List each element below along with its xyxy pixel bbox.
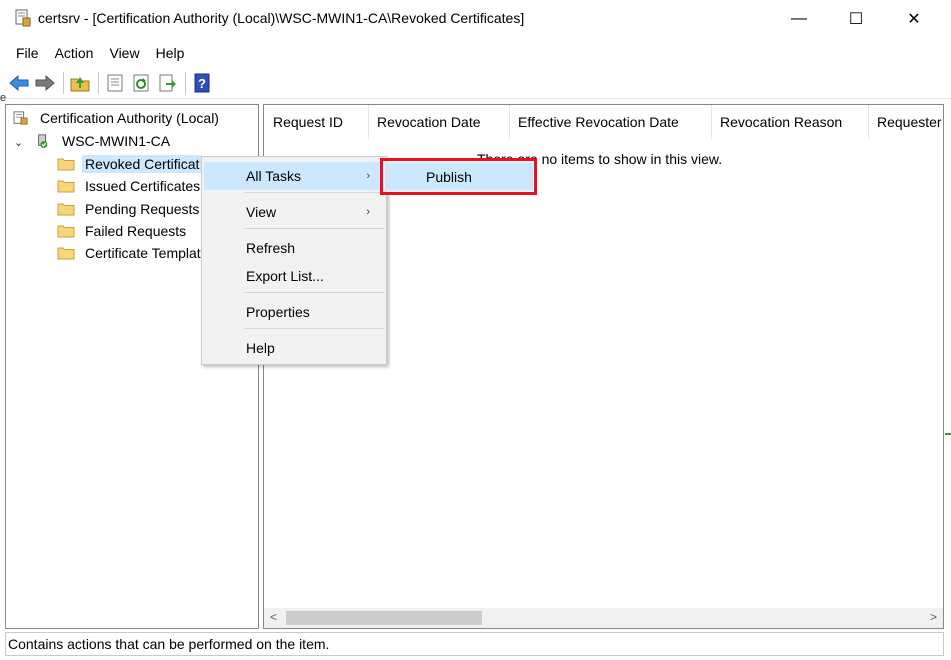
menu-item-label: Help: [246, 340, 275, 356]
certification-authority-icon: [13, 111, 28, 125]
minimize-icon: —: [791, 10, 807, 27]
export-list-button[interactable]: [156, 72, 178, 94]
tree-item-wsc-mwin1-ca[interactable]: WSC-MWIN1-CA: [34, 130, 173, 152]
tree-item-label: Certificate Templat: [85, 245, 201, 261]
tree-item-pending-requests[interactable]: Pending Requests: [57, 198, 202, 220]
tree-item-label: Pending Requests: [85, 201, 200, 217]
menu-bar: File Action View Help: [0, 40, 951, 66]
minimize-button[interactable]: —: [770, 0, 828, 38]
horizontal-scrollbar[interactable]: < >: [264, 608, 943, 628]
column-header-revocation-date[interactable]: Revocation Date: [368, 105, 510, 139]
tree-item-certificate-templates[interactable]: Certificate Templat: [57, 242, 204, 264]
folder-icon: [57, 158, 75, 171]
submenu-publish[interactable]: Publish: [385, 163, 533, 190]
status-text: Contains actions that can be performed o…: [8, 636, 330, 652]
context-menu: All Tasks › View › Refresh Export List..…: [201, 156, 387, 365]
menu-separator: [244, 292, 384, 293]
toolbar-separator: [63, 71, 64, 94]
all-tasks-submenu: Publish: [380, 158, 537, 195]
tree-item-revoked-certificates[interactable]: Revoked Certificat: [57, 153, 203, 175]
context-menu-properties[interactable]: Properties: [204, 298, 384, 326]
folder-icon: [57, 203, 75, 216]
toolbar-separator: [185, 71, 186, 94]
scrollbar-thumb[interactable]: [286, 611, 482, 625]
properties-sheet-icon: [107, 74, 123, 91]
status-bar: Contains actions that can be performed o…: [5, 632, 944, 656]
scroll-left-arrow-icon[interactable]: <: [270, 610, 277, 624]
column-header-revocation-reason[interactable]: Revocation Reason: [711, 105, 869, 139]
tree-item-label: Revoked Certificat: [82, 155, 203, 173]
context-menu-export-list[interactable]: Export List...: [204, 262, 384, 290]
back-button[interactable]: [8, 72, 30, 94]
maximize-button[interactable]: ☐: [827, 0, 885, 38]
up-folder-icon: [70, 76, 90, 91]
menu-action[interactable]: Action: [47, 45, 102, 61]
toolbar: ?: [0, 67, 951, 99]
tree-root-certification-authority[interactable]: Certification Authority (Local): [12, 107, 222, 129]
refresh-button[interactable]: [130, 72, 152, 94]
menu-item-label: Refresh: [246, 240, 296, 256]
tree-item-label: Issued Certificates: [85, 178, 201, 194]
svg-text:?: ?: [198, 76, 206, 91]
scroll-right-arrow-icon[interactable]: >: [930, 610, 937, 624]
column-header-requester[interactable]: Requester: [868, 105, 943, 139]
title-bar: certsrv - [Certification Authority (Loca…: [0, 0, 951, 38]
maximize-icon: ☐: [848, 11, 864, 28]
tree-root-label: Certification Authority (Local): [40, 110, 219, 126]
submenu-arrow-icon: ›: [366, 206, 370, 218]
menu-separator: [244, 192, 384, 193]
expand-collapse-chevron-icon[interactable]: ⌄: [14, 131, 23, 153]
edge-fragment: e: [0, 92, 7, 104]
tree-item-label: Failed Requests: [85, 223, 187, 239]
ca-server-icon: [38, 134, 48, 148]
menu-view[interactable]: View: [101, 45, 147, 61]
column-header-request-id[interactable]: Request ID: [264, 105, 369, 139]
properties-button[interactable]: [104, 72, 126, 94]
back-arrow-icon: [9, 74, 29, 91]
folder-icon: [57, 247, 75, 260]
help-icon: ?: [194, 73, 210, 92]
menu-file[interactable]: File: [8, 45, 47, 61]
menu-item-label: Publish: [426, 168, 472, 185]
certsrv-app-icon: [15, 9, 31, 27]
menu-separator: [244, 228, 384, 229]
context-menu-refresh[interactable]: Refresh: [204, 234, 384, 262]
window-title: certsrv - [Certification Authority (Loca…: [38, 10, 525, 26]
submenu-arrow-icon: ›: [366, 170, 370, 182]
menu-item-label: All Tasks: [246, 168, 301, 184]
menu-help[interactable]: Help: [148, 45, 193, 61]
folder-icon: [57, 225, 75, 238]
help-button[interactable]: ?: [191, 72, 213, 94]
tree-ca-label: WSC-MWIN1-CA: [62, 133, 171, 149]
folder-icon: [57, 180, 75, 193]
tree-item-failed-requests[interactable]: Failed Requests: [57, 220, 189, 242]
export-list-icon: [159, 74, 176, 91]
close-button[interactable]: ✕: [885, 0, 943, 38]
close-icon: ✕: [907, 11, 921, 28]
menu-item-label: Export List...: [246, 268, 324, 284]
refresh-icon: [133, 74, 149, 91]
context-menu-help[interactable]: Help: [204, 334, 384, 362]
menu-separator: [244, 328, 384, 329]
forward-button[interactable]: [34, 72, 56, 94]
column-header-effective-revocation-date[interactable]: Effective Revocation Date: [509, 105, 712, 139]
tree-item-issued-certificates[interactable]: Issued Certificates: [57, 175, 203, 197]
context-menu-all-tasks[interactable]: All Tasks ›: [204, 162, 384, 190]
forward-arrow-icon: [35, 74, 55, 91]
toolbar-separator: [98, 71, 99, 94]
context-menu-view[interactable]: View ›: [204, 198, 384, 226]
menu-item-label: View: [246, 204, 277, 220]
menu-item-label: Properties: [246, 304, 310, 320]
edge-indicator: [945, 433, 951, 435]
up-one-level-button[interactable]: [69, 72, 91, 94]
